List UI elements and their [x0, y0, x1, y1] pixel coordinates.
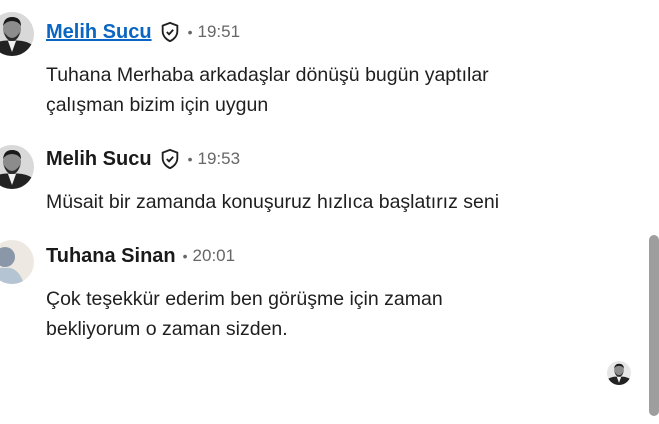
separator-dot: • [182, 248, 188, 264]
sender-avatar[interactable] [0, 12, 34, 56]
message-time: 20:01 [192, 246, 236, 265]
scrollbar-thumb[interactable] [649, 235, 659, 416]
sender-name[interactable]: Melih Sucu [46, 148, 152, 171]
sender-avatar[interactable] [0, 240, 34, 284]
message-header: Melih Sucu • 19:53 [46, 145, 240, 173]
message-body: Müsait bir zamanda konuşuruz hızlıca baş… [46, 187, 499, 217]
sender-name-link[interactable]: Melih Sucu [46, 21, 152, 44]
message-body: Tuhana Merhaba arkadaşlar dönüşü bugün y… [46, 60, 489, 120]
shield-check-icon [159, 148, 181, 170]
message-header: Tuhana Sinan • 20:01 [46, 242, 235, 270]
message-line: Müsait bir zamanda konuşuruz hızlıca baş… [46, 191, 500, 213]
message-time: 19:51 [197, 22, 241, 41]
message-time: 19:53 [197, 149, 241, 168]
message-line: Tuhana Merhaba arkadaşlar dönüşü bugün y… [46, 64, 489, 86]
message-body: Çok teşekkür ederim ben görüşme için zam… [46, 284, 443, 344]
read-receipt-avatar-icon[interactable] [607, 361, 631, 385]
message-line: bekliyorum o zaman sizden. [46, 318, 288, 340]
sender-avatar[interactable] [0, 145, 34, 189]
separator-dot: • [187, 151, 193, 167]
shield-check-icon [159, 21, 181, 43]
message-thread: Melih Sucu • 19:51 Tuhana Merhaba arkada… [0, 0, 643, 424]
message-header: Melih Sucu • 19:51 [46, 18, 240, 46]
message-line: Çok teşekkür ederim ben görüşme için zam… [46, 288, 443, 310]
separator-dot: • [187, 24, 193, 40]
message-line: çalışman bizim için uygun [46, 94, 269, 116]
sender-name[interactable]: Tuhana Sinan [46, 245, 176, 268]
